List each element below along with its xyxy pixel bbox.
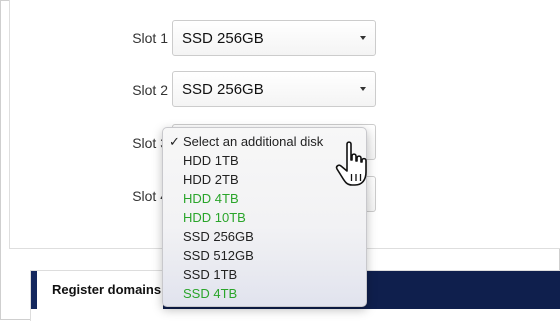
checkmark-icon: ✓ xyxy=(169,134,180,149)
slot-3-label: Slot 3 xyxy=(132,135,168,151)
menu-option-select-disk[interactable]: ✓ Select an additional disk xyxy=(169,134,323,150)
slot-1-select[interactable]: SSD 256GB xyxy=(172,20,376,56)
chevron-down-icon xyxy=(360,36,366,40)
menu-option-ssd-1tb[interactable]: SSD 1TB xyxy=(183,267,237,283)
hand-pointer-icon xyxy=(335,141,367,186)
slot-4-label: Slot 4 xyxy=(132,188,168,204)
slot-2-value: SSD 256GB xyxy=(182,81,264,98)
slot-1-label: Slot 1 xyxy=(132,30,168,46)
menu-option-hdd-4tb[interactable]: HDD 4TB xyxy=(183,191,239,207)
slot-1-value: SSD 256GB xyxy=(182,30,264,47)
register-domains-title[interactable]: Register domains xyxy=(52,282,162,297)
chevron-down-icon xyxy=(360,87,366,91)
slot-2-select[interactable]: SSD 256GB xyxy=(172,71,376,107)
menu-option-hdd-1tb[interactable]: HDD 1TB xyxy=(183,153,239,169)
menu-option-ssd-512gb[interactable]: SSD 512GB xyxy=(183,248,254,264)
menu-option-ssd-256gb[interactable]: SSD 256GB xyxy=(183,229,254,245)
menu-option-hdd-2tb[interactable]: HDD 2TB xyxy=(183,172,239,188)
menu-option-ssd-4tb[interactable]: SSD 4TB xyxy=(183,286,237,302)
menu-option-hdd-10tb[interactable]: HDD 10TB xyxy=(183,210,246,226)
slot-2-label: Slot 2 xyxy=(132,82,168,98)
